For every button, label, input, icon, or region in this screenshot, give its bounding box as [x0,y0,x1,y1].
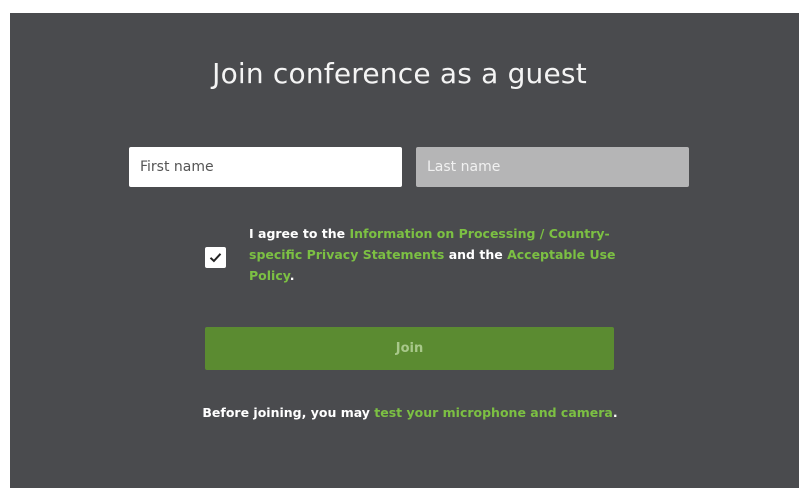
consent-checkbox[interactable] [205,247,226,268]
consent-text: I agree to the Information on Processing… [249,223,629,286]
last-name-input[interactable] [416,147,689,187]
join-button[interactable]: Join [205,327,614,370]
consent-suffix: . [289,268,295,283]
footer-prefix: Before joining, you may [202,405,375,420]
test-mic-camera-link[interactable]: test your microphone and camera [374,405,613,420]
first-name-input[interactable] [129,147,402,187]
checkmark-icon [209,253,222,263]
consent-prefix: I agree to the [249,226,350,241]
footer-text: Before joining, you may test your microp… [0,405,799,420]
footer-suffix: . [612,405,618,420]
consent-middle: and the [444,247,508,262]
page-title: Join conference as a guest [212,57,587,90]
